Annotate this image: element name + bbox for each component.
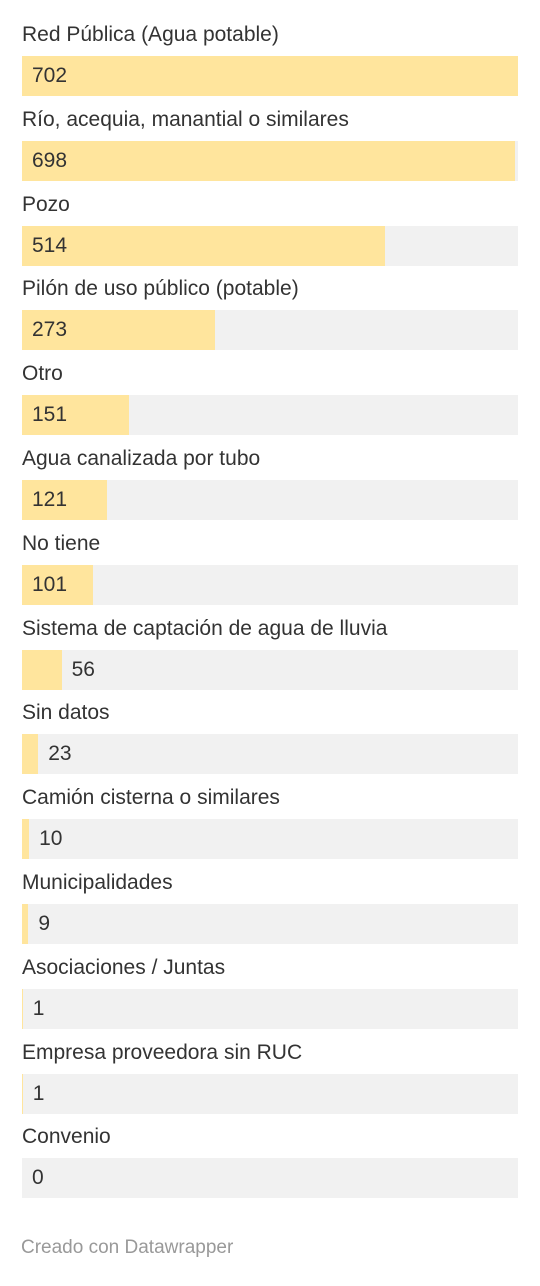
- bar: [22, 140, 516, 181]
- bar-track: 1: [22, 988, 518, 1029]
- bar-chart: Red Pública (Agua potable) 702 Río, acequi…: [22, 17, 518, 1204]
- category-label: Pozo: [22, 192, 70, 216]
- bar-row: Convenio 0: [22, 1119, 518, 1204]
- bar-row: Río, acequia, manantial o similares 698: [22, 102, 518, 187]
- bar-row: Pilón de uso público (potable) 273: [22, 271, 518, 356]
- category-label: Otro: [22, 362, 63, 386]
- bar-row: Red Pública (Agua potable) 702: [22, 17, 518, 102]
- category-label: Sin datos: [22, 701, 110, 725]
- bar-track: 514: [22, 225, 518, 266]
- bar-track: 56: [22, 649, 518, 690]
- bar: [22, 734, 39, 775]
- category-label: Agua canalizada por tubo: [22, 446, 261, 470]
- bar-row: Pozo 514: [22, 187, 518, 272]
- category-label: Camión cisterna o similares: [22, 786, 280, 810]
- value-label: 702: [32, 64, 68, 87]
- bar-row: Empresa proveedora sin RUC 1: [22, 1035, 518, 1120]
- value-label: 698: [32, 148, 68, 172]
- value-label: 514: [32, 233, 68, 257]
- value-label: 1: [32, 1081, 45, 1105]
- bar: [22, 903, 29, 944]
- bar-row: Camión cisterna o similares 10: [22, 780, 518, 865]
- value-label: 10: [39, 827, 63, 851]
- bar: [22, 225, 386, 266]
- category-label: Empresa proveedora sin RUC: [22, 1040, 303, 1064]
- bar-row: Agua canalizada por tubo 121: [22, 441, 518, 526]
- credit-text: Creado con Datawrapper: [21, 1237, 234, 1258]
- bar-track: 151: [22, 395, 518, 436]
- bar-track: 10: [22, 819, 518, 860]
- value-label: 0: [32, 1166, 44, 1190]
- bar-track: 101: [22, 564, 518, 605]
- bar-track: 1: [22, 1073, 518, 1114]
- bar-track: 698: [22, 140, 518, 181]
- bar-track: 273: [22, 310, 518, 351]
- bar-row: No tiene 101: [22, 526, 518, 611]
- value-label: 23: [48, 742, 72, 766]
- bar-row: Otro 151: [22, 356, 518, 441]
- category-label: Red Pública (Agua potable): [22, 23, 279, 46]
- value-label: 9: [38, 911, 51, 935]
- bar: [22, 1073, 23, 1114]
- bar: [22, 988, 23, 1029]
- bar: [22, 649, 62, 690]
- category-label: Pilón de uso público (potable): [22, 277, 299, 301]
- value-label: 56: [71, 657, 95, 681]
- category-label: Sistema de captación de agua de lluvia: [22, 616, 388, 640]
- bar-row: Asociaciones / Juntas 1: [22, 950, 518, 1035]
- bar-track: 23: [22, 734, 518, 775]
- category-label: Convenio: [22, 1125, 111, 1149]
- category-label: Asociaciones / Juntas: [22, 955, 226, 979]
- bar-row: Municipalidades 9: [22, 865, 518, 950]
- category-label: Municipalidades: [22, 870, 173, 894]
- bar-track: 9: [22, 903, 518, 944]
- value-label: 101: [32, 572, 68, 596]
- bar: [22, 819, 30, 860]
- bar-row: Sin datos 23: [22, 695, 518, 780]
- bar-track: 0: [22, 1158, 518, 1199]
- category-label: Río, acequia, manantial o similares: [22, 107, 349, 131]
- bar-track: 121: [22, 479, 518, 520]
- value-label: 1: [32, 996, 45, 1020]
- bar: [22, 56, 518, 96]
- bar-row: Sistema de captación de agua de lluvia 56: [22, 611, 518, 696]
- bar-track: 702: [22, 56, 518, 96]
- value-label: 273: [32, 318, 68, 342]
- category-label: No tiene: [22, 531, 101, 555]
- value-label: 151: [32, 403, 68, 427]
- value-label: 121: [32, 487, 68, 511]
